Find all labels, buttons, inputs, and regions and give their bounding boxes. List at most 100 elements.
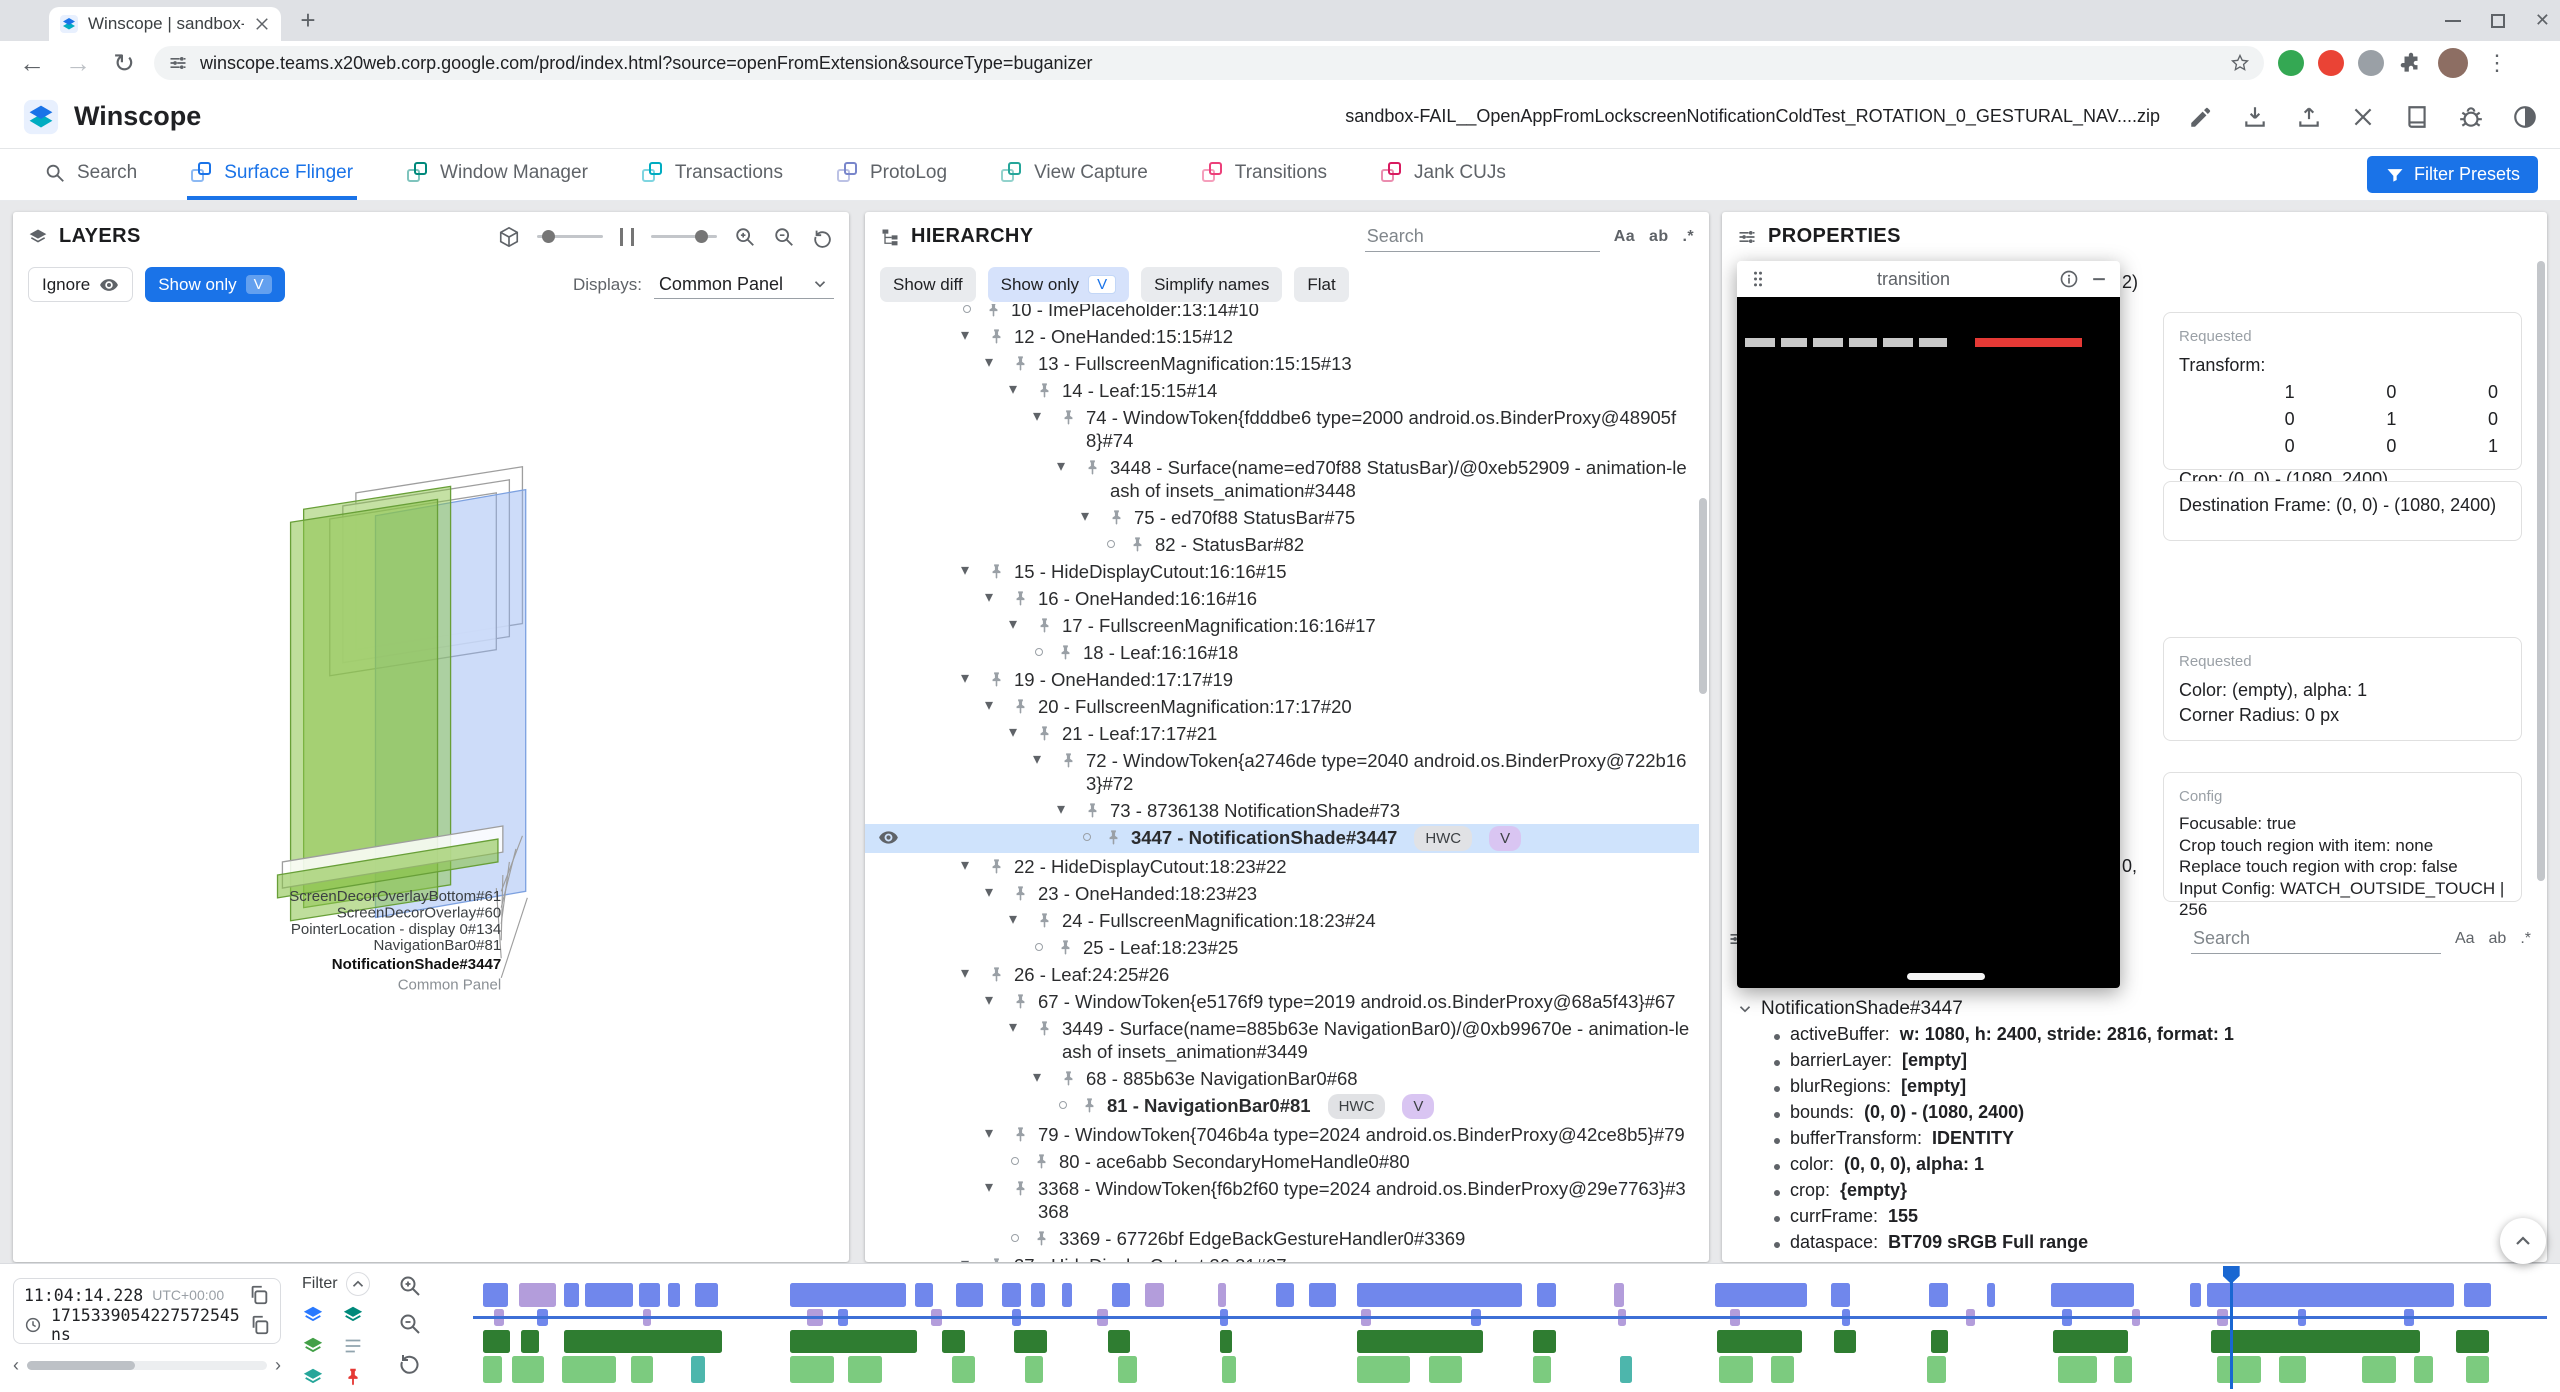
viewcapture-trace-icon[interactable] <box>302 1366 324 1388</box>
zoom-out-icon[interactable] <box>773 226 795 248</box>
pin-icon[interactable] <box>1011 1179 1030 1198</box>
hierarchy-node[interactable]: ▾73 - 8736138 NotificationShade#73 <box>865 797 1699 824</box>
hierarchy-node[interactable]: ▾17 - FullscreenMagnification:16:16#17 <box>865 612 1699 639</box>
zoom-in-icon[interactable] <box>398 1274 422 1298</box>
trace-segment[interactable] <box>1118 1356 1137 1383</box>
close-window-icon[interactable]: ✕ <box>2535 10 2550 31</box>
reset-zoom-icon[interactable] <box>398 1350 422 1374</box>
trace-segment[interactable] <box>848 1356 881 1383</box>
scroll-left-icon[interactable]: ‹ <box>13 1355 19 1376</box>
pin-icon[interactable] <box>987 562 1006 581</box>
hierarchy-node[interactable]: ▾79 - WindowToken{7046b4a type=2024 andr… <box>865 1121 1699 1148</box>
trace-segment[interactable] <box>1834 1330 1857 1353</box>
trace-segment[interactable] <box>564 1330 722 1353</box>
trace-segment[interactable] <box>562 1356 616 1383</box>
expand-chevron-icon[interactable]: ▾ <box>985 352 1003 374</box>
surfaceflinger-trace-icon[interactable] <box>302 1304 324 1326</box>
trace-segment[interactable] <box>1929 1283 1948 1307</box>
pin-icon[interactable] <box>1035 1019 1054 1038</box>
pin-icon[interactable] <box>1128 535 1147 554</box>
download-icon[interactable] <box>2242 104 2268 130</box>
trace-segment[interactable] <box>1002 1283 1021 1307</box>
chevron-down-icon[interactable] <box>1736 1000 1754 1018</box>
property-row[interactable]: bounds: (0, 0) - (1080, 2400) <box>1736 1102 2537 1128</box>
timeline-cursor[interactable] <box>2230 1266 2233 1389</box>
pin-icon[interactable] <box>1011 1125 1030 1144</box>
windowmanager-trace-icon[interactable] <box>342 1304 364 1326</box>
report-bug-icon[interactable] <box>2458 104 2484 130</box>
property-row[interactable]: barrierLayer: [empty] <box>1736 1050 2537 1076</box>
trace-segment[interactable] <box>915 1283 934 1307</box>
pin-icon[interactable] <box>1035 381 1054 400</box>
trace-segment[interactable] <box>1620 1356 1632 1383</box>
trace-segment[interactable] <box>1614 1283 1624 1307</box>
property-row[interactable]: dataspace: BT709 sRGB Full range <box>1736 1232 2537 1258</box>
collapse-filter-button[interactable] <box>346 1272 370 1296</box>
expand-chevron-icon[interactable]: ▾ <box>961 1254 979 1262</box>
expand-chevron-icon[interactable]: ▾ <box>1033 406 1051 428</box>
pin-icon[interactable] <box>1011 992 1030 1011</box>
pin-icon[interactable] <box>1035 911 1054 930</box>
simplify-names-button[interactable]: Simplify names <box>1141 267 1282 302</box>
browser-menu-icon[interactable]: ⋮ <box>2482 50 2512 76</box>
site-settings-icon[interactable] <box>168 53 188 73</box>
tab-protolog[interactable]: ProtoLog <box>833 149 951 200</box>
trace-segment[interactable] <box>1031 1283 1046 1307</box>
extension-icon[interactable] <box>2278 50 2304 76</box>
expand-chevron-icon[interactable]: ▾ <box>985 1177 1003 1199</box>
hierarchy-node[interactable]: ▾16 - OneHanded:16:16#16 <box>865 585 1699 612</box>
properties-tree-root[interactable]: NotificationShade#3447 <box>1736 994 2537 1024</box>
trace-segment[interactable] <box>2362 1356 2395 1383</box>
properties-search-input[interactable] <box>2191 924 2441 954</box>
visibility-icon[interactable] <box>878 827 899 848</box>
protolog-trace-icon[interactable] <box>342 1335 364 1357</box>
cursor-handle[interactable] <box>2223 1266 2240 1284</box>
pin-icon[interactable] <box>1104 828 1123 847</box>
info-icon[interactable] <box>2059 269 2079 289</box>
pin-icon[interactable] <box>987 670 1006 689</box>
trace-segment[interactable] <box>1429 1356 1462 1383</box>
dark-mode-icon[interactable] <box>2512 104 2538 130</box>
filter-presets-button[interactable]: Filter Presets <box>2367 156 2538 193</box>
pin-icon[interactable] <box>1011 884 1030 903</box>
property-row[interactable]: color: (0, 0, 0), alpha: 1 <box>1736 1154 2537 1180</box>
trace-segment[interactable] <box>564 1283 579 1307</box>
bookmark-star-icon[interactable] <box>2230 53 2250 73</box>
expand-chevron-icon[interactable]: ▾ <box>961 668 979 690</box>
hierarchy-node[interactable]: 80 - ace6abb SecondaryHomeHandle0#80 <box>865 1148 1699 1175</box>
expand-chevron-icon[interactable]: ▾ <box>961 963 979 985</box>
copy-icon[interactable] <box>249 1314 271 1336</box>
regex-icon[interactable]: .* <box>1683 228 1694 246</box>
trace-segment[interactable] <box>1276 1283 1295 1307</box>
trace-segment[interactable] <box>2456 1330 2489 1353</box>
hierarchy-node[interactable]: ▾21 - Leaf:17:17#21 <box>865 720 1699 747</box>
trace-segment[interactable] <box>1533 1330 1556 1353</box>
layer-label[interactable]: ScreenDecorOverlayBottom#61 <box>289 888 501 905</box>
expand-chevron-icon[interactable]: ▾ <box>985 882 1003 904</box>
expand-chevron-icon[interactable]: ▾ <box>985 587 1003 609</box>
hierarchy-search-input[interactable] <box>1365 222 1600 252</box>
extensions-puzzle-icon[interactable] <box>2398 50 2424 76</box>
pin-icon[interactable] <box>1059 751 1078 770</box>
trace-segment[interactable] <box>1931 1330 1948 1353</box>
trace-segment[interactable] <box>695 1283 718 1307</box>
match-case-icon[interactable]: Aa <box>2455 930 2475 948</box>
trace-segment[interactable] <box>1831 1283 1850 1307</box>
show-diff-button[interactable]: Show diff <box>880 267 976 302</box>
upload-icon[interactable] <box>2296 104 2322 130</box>
pin-icon[interactable] <box>984 304 1003 319</box>
hierarchy-node[interactable]: ▾68 - 885b63e NavigationBar0#68 <box>865 1065 1699 1092</box>
minimize-overlay-icon[interactable] <box>2089 269 2109 289</box>
trace-segment[interactable] <box>519 1283 556 1307</box>
trace-segment[interactable] <box>1218 1283 1226 1307</box>
trace-segment[interactable] <box>1537 1283 1556 1307</box>
hierarchy-scrollbar[interactable] <box>1699 498 1707 694</box>
pin-icon[interactable] <box>987 965 1006 984</box>
expand-chevron-icon[interactable]: ▾ <box>1009 614 1027 636</box>
property-row[interactable]: crop: {empty} <box>1736 1180 2537 1206</box>
trace-segment[interactable] <box>1357 1283 1523 1307</box>
hierarchy-node[interactable]: ▾27 - HideDisplayCutout:26:31#27 <box>865 1252 1699 1262</box>
trace-segment[interactable] <box>1987 1283 1995 1307</box>
trace-segment[interactable] <box>790 1283 906 1307</box>
trace-segment[interactable] <box>956 1283 983 1307</box>
